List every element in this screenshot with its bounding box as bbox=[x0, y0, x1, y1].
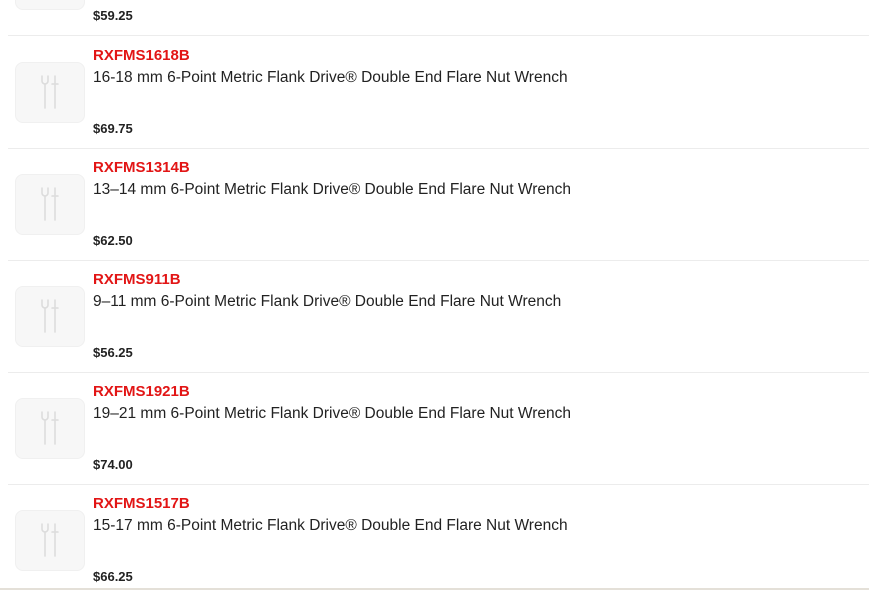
wrench-screwdriver-icon bbox=[41, 74, 59, 109]
product-price: $56.25 bbox=[93, 345, 133, 360]
product-price: $74.00 bbox=[93, 457, 133, 472]
wrench-screwdriver-icon bbox=[41, 410, 59, 445]
product-thumbnail[interactable] bbox=[15, 174, 85, 235]
wrench-screwdriver-icon bbox=[41, 522, 59, 557]
product-row[interactable]: $59.25 bbox=[8, 0, 869, 36]
product-sku-link[interactable]: RXFMS911B bbox=[93, 271, 181, 289]
product-row[interactable]: RXFMS1314B 13–14 mm 6-Point Metric Flank… bbox=[8, 149, 869, 261]
wrench-screwdriver-icon bbox=[41, 186, 59, 221]
product-thumbnail[interactable] bbox=[15, 510, 85, 571]
product-title-link[interactable]: 15-17 mm 6-Point Metric Flank Drive® Dou… bbox=[93, 517, 568, 535]
product-price: $69.75 bbox=[93, 121, 133, 136]
product-row[interactable]: RXFMS911B 9–11 mm 6-Point Metric Flank D… bbox=[8, 261, 869, 373]
product-price: $62.50 bbox=[93, 233, 133, 248]
product-title-link[interactable]: 19–21 mm 6-Point Metric Flank Drive® Dou… bbox=[93, 405, 571, 423]
product-title-link[interactable]: 13–14 mm 6-Point Metric Flank Drive® Dou… bbox=[93, 181, 571, 199]
product-thumbnail[interactable] bbox=[15, 286, 85, 347]
product-list: $59.25 RXFMS1618B 16-18 mm 6-Point Metri… bbox=[0, 0, 869, 590]
product-row[interactable]: RXFMS1517B 15-17 mm 6-Point Metric Flank… bbox=[8, 485, 869, 590]
product-sku-link[interactable]: RXFMS1921B bbox=[93, 383, 190, 401]
product-thumbnail[interactable] bbox=[15, 0, 85, 10]
product-price: $59.25 bbox=[93, 8, 133, 23]
wrench-screwdriver-icon bbox=[41, 298, 59, 333]
product-title-link[interactable]: 16-18 mm 6-Point Metric Flank Drive® Dou… bbox=[93, 69, 568, 87]
product-row[interactable]: RXFMS1921B 19–21 mm 6-Point Metric Flank… bbox=[8, 373, 869, 485]
product-thumbnail[interactable] bbox=[15, 62, 85, 123]
product-row[interactable]: RXFMS1618B 16-18 mm 6-Point Metric Flank… bbox=[8, 37, 869, 149]
product-price: $66.25 bbox=[93, 569, 133, 584]
product-sku-link[interactable]: RXFMS1517B bbox=[93, 495, 190, 513]
product-title-link[interactable]: 9–11 mm 6-Point Metric Flank Drive® Doub… bbox=[93, 293, 561, 311]
product-sku-link[interactable]: RXFMS1618B bbox=[93, 47, 190, 65]
product-sku-link[interactable]: RXFMS1314B bbox=[93, 159, 190, 177]
product-thumbnail[interactable] bbox=[15, 398, 85, 459]
